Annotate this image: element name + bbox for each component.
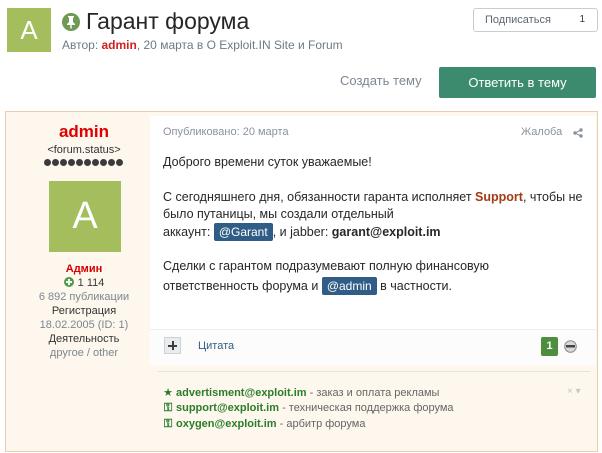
star-icon: ★	[163, 387, 173, 399]
subscribe-label: Подписаться	[485, 14, 551, 26]
post-text: , и jabber:	[272, 225, 332, 239]
post-greeting: Доброго времени суток уважаемые!	[163, 155, 372, 169]
rank-pips	[44, 158, 129, 168]
post-paragraph-1-line-3: аккаунт: @Garant, и jabber: garant@explo…	[163, 223, 441, 241]
registration-value: 18.02.2005 (ID: 1)	[39, 319, 129, 331]
rank-pip	[76, 159, 83, 166]
jabber-icon: ⚿	[163, 418, 173, 430]
signature-email[interactable]: support@exploit.im	[176, 402, 279, 414]
signature-desc: - техническая поддержка форума	[279, 402, 454, 414]
post-text: в частности.	[376, 279, 452, 293]
pin-icon	[62, 13, 80, 31]
mention-admin[interactable]: @admin	[321, 277, 377, 295]
signature-desc: - арбитр форума	[276, 418, 366, 430]
reputation-value: 1 114	[77, 277, 105, 289]
share-icon[interactable]	[573, 127, 583, 141]
activity-label: Деятельность	[48, 333, 120, 345]
signature-line: ★ advertisment@exploit.im - заказ и оплат…	[163, 386, 439, 399]
reaction-count-badge[interactable]: 1	[541, 337, 558, 356]
topic-author-avatar[interactable]: A	[7, 8, 51, 52]
quote-button[interactable]: Цитата	[198, 340, 234, 352]
post-published-date[interactable]: Опубликовано: 20 марта	[163, 126, 289, 138]
reputation-plus-icon	[63, 277, 74, 287]
rank-pip	[68, 159, 75, 166]
post-paragraph-1-line-1: С сегодняшнего дня, обязанности гаранта …	[163, 190, 582, 204]
post-paragraph-2-line-1: Сделки с гарантом подразумевают полную ф…	[163, 259, 490, 273]
post-text: С сегодняшнего дня, обязанности гаранта …	[163, 190, 476, 204]
post-text: аккаунт:	[163, 225, 214, 239]
create-topic-button[interactable]: Создать тему	[340, 73, 422, 88]
byline-author-link[interactable]: admin	[102, 38, 137, 52]
byline-suffix[interactable]: , 20 марта в O Exploit.IN Site и Forum	[137, 38, 343, 52]
rank-pip	[44, 159, 51, 166]
reply-button[interactable]: Ответить в тему	[439, 67, 596, 98]
signature-hide-control[interactable]: × ▾	[567, 386, 581, 397]
rank-pip	[92, 159, 99, 166]
post-paragraph-1-line-2: было путаницы, мы создали отдельный	[163, 207, 394, 221]
rank-pip	[60, 159, 67, 166]
report-link[interactable]: Жалоба	[521, 126, 562, 138]
reaction-face-icon[interactable]	[563, 340, 578, 353]
jabber-icon: ⚿	[163, 402, 173, 414]
signature-desc: - заказ и оплата рекламы	[306, 387, 440, 399]
rank-pip	[52, 159, 59, 166]
post-author-status: <forum.status>	[47, 144, 121, 156]
post-author-name[interactable]: admin	[12, 122, 156, 142]
post-paragraph-2-line-2: ответственность форума и @admin в частно…	[163, 277, 452, 295]
author-posts-count[interactable]: 6 892 публикации	[12, 291, 156, 303]
topic-byline: Автор: admin, 20 марта в O Exploit.IN Si…	[62, 38, 343, 52]
registration-label: Регистрация	[51, 305, 117, 317]
multiquote-plus-button[interactable]	[164, 337, 181, 354]
mention-garant[interactable]: @Garant	[213, 223, 273, 241]
rank-pip	[108, 159, 115, 166]
activity-value: другое / other	[49, 347, 119, 359]
subscribe-count: 1	[579, 14, 585, 25]
signature-email[interactable]: advertisment@exploit.im	[176, 387, 307, 399]
topic-title: Гарант форума	[86, 8, 250, 34]
post-text: ответственность форума и	[163, 279, 322, 293]
rank-pip	[116, 159, 123, 166]
signature-line: ⚿ support@exploit.im - техническая поддер…	[163, 402, 454, 415]
jabber-address: garant@exploit.im	[331, 225, 441, 239]
signature-line: ⚿ oxygen@exploit.im - арбитр форума	[163, 418, 366, 431]
byline-prefix: Автор:	[62, 38, 102, 52]
author-group: Админ	[65, 263, 103, 275]
author-reputation: 1 114	[12, 277, 156, 289]
support-user-link[interactable]: Support	[475, 190, 523, 204]
signature-email[interactable]: oxygen@exploit.im	[176, 418, 277, 430]
rank-pip	[84, 159, 91, 166]
signature-divider	[158, 371, 590, 372]
rank-pip	[100, 159, 107, 166]
post-text: , чтобы не	[522, 190, 583, 204]
subscribe-button[interactable]: Подписаться 1	[473, 8, 598, 32]
post-author-avatar[interactable]: A	[49, 181, 121, 252]
